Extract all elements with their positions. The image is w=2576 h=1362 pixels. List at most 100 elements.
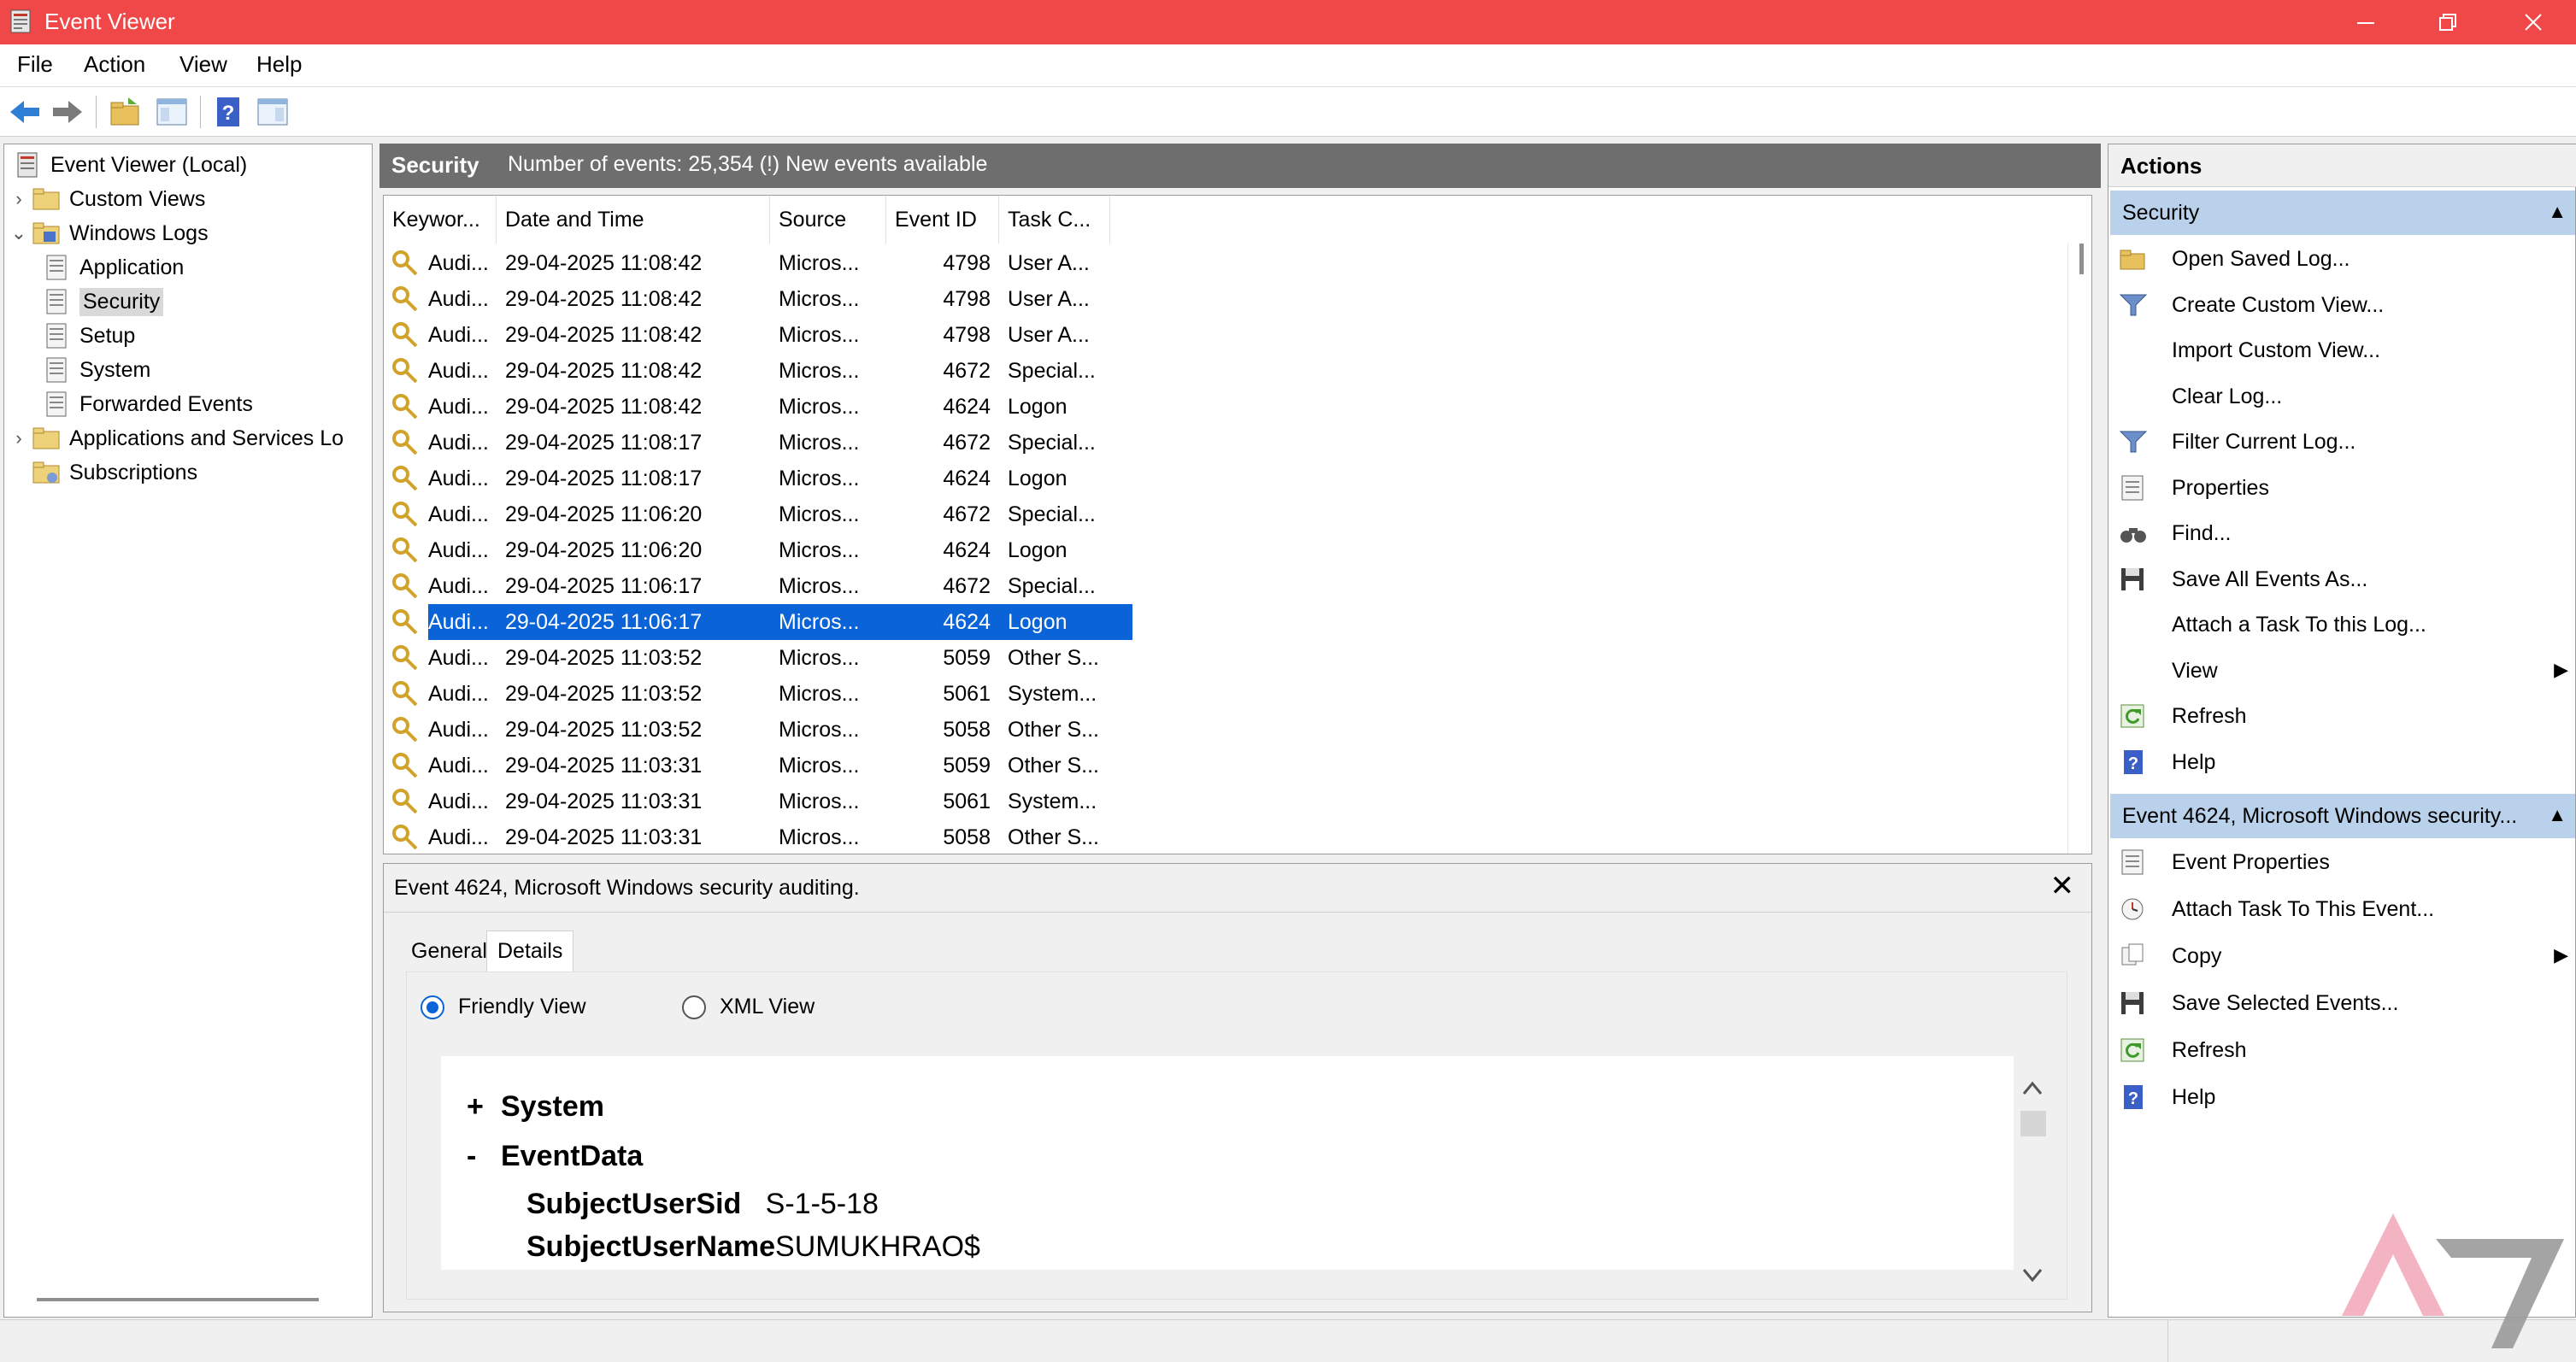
action-import-custom-view[interactable]: Import Custom View... [2108,328,2576,373]
action-attach-task-to-this-event[interactable]: Attach Task To This Event... [2108,887,2576,931]
menu-view[interactable]: View [179,51,227,78]
cell-task-category: Logon [1008,610,1067,634]
log-icon [46,323,67,349]
tree-item-custom-views[interactable]: › Custom Views [6,182,205,216]
tree-item-windows-logs[interactable]: ⌄ Windows Logs [6,216,209,250]
table-row[interactable]: Audi... 29-04-2025 11:08:17 Micros... 4672 S… [384,425,1132,461]
menu-file[interactable]: File [17,51,53,78]
forward-arrow-icon[interactable] [50,94,85,130]
table-row[interactable]: Audi... 29-04-2025 11:03:31 Micros... 5058 O… [384,819,1132,854]
action-copy[interactable]: Copy ▶ [2108,934,2576,978]
tree-item-system[interactable]: System [42,353,150,387]
tab-details[interactable]: Details [486,931,574,972]
cell-date-time: 29-04-2025 11:03:52 [505,682,703,706]
xml-view-radio[interactable]: XML View [682,995,815,1019]
action-attach-a-task-to-this-log[interactable]: Attach a Task To this Log... [2108,602,2576,647]
cell-event-id: 4672 [943,502,991,526]
column-header-date-time[interactable]: Date and Time [497,196,770,244]
open-folder-icon [2120,250,2145,270]
table-row[interactable]: Audi... 29-04-2025 11:08:42 Micros... 4672 S… [384,353,1132,389]
open-folder-icon[interactable] [108,94,144,130]
action-filter-current-log[interactable]: Filter Current Log... [2108,420,2576,464]
cell-task-category: Special... [1008,359,1096,383]
cell-date-time: 29-04-2025 11:08:42 [505,323,703,347]
close-button[interactable] [2496,0,2571,44]
minimize-button[interactable] [2328,0,2403,44]
action-event-properties[interactable]: Event Properties [2108,840,2576,884]
action-save-selected-events[interactable]: Save Selected Events... [2108,981,2576,1025]
vertical-scrollbar[interactable] [2079,244,2084,274]
menu-help[interactable]: Help [256,51,302,78]
column-header-event-id[interactable]: Event ID [886,196,999,244]
show-hide-action-pane-icon[interactable] [255,94,291,130]
restore-button[interactable] [2410,0,2485,44]
action-help[interactable]: ? Help [2108,740,2576,784]
actions-pane: Actions Security ▲ Open Saved Log... Crea… [2108,144,2576,1318]
tree-item-applications-and-services[interactable]: › Applications and Services Lo [6,421,344,455]
action-refresh[interactable]: Refresh [2108,1028,2576,1072]
tree-item-setup[interactable]: Setup [42,319,135,353]
table-row[interactable]: Audi... 29-04-2025 11:08:17 Micros... 4624 L… [384,461,1132,496]
action-save-all-events-as[interactable]: Save All Events As... [2108,557,2576,602]
chevron-down-icon[interactable]: ⌄ [6,222,32,244]
cell-keywords: Audi... [428,395,489,419]
minimize-icon [2357,22,2374,24]
action-create-custom-view[interactable]: Create Custom View... [2108,283,2576,327]
table-row[interactable]: Audi... 29-04-2025 11:06:20 Micros... 4672 S… [384,496,1132,532]
tree-item-application[interactable]: Application [42,250,184,285]
table-row[interactable]: Audi... 29-04-2025 11:03:31 Micros... 5059 O… [384,748,1132,784]
friendly-view-radio[interactable]: Friendly View [421,995,586,1019]
tree-item-subscriptions[interactable]: Subscriptions [6,455,197,490]
log-icon [46,391,67,417]
friendly-view-content: + System - EventData SubjectUserSid S-1-5-… [441,1056,2014,1270]
table-row[interactable]: Audi... 29-04-2025 11:08:42 Micros... 4624 L… [384,389,1132,425]
scroll-up-icon[interactable] [2017,1075,2048,1101]
table-row[interactable]: Audi... 29-04-2025 11:03:52 Micros... 5058 O… [384,712,1132,748]
help-icon[interactable]: ? [210,94,246,130]
actions-section-security[interactable]: Security ▲ [2110,191,2575,235]
close-icon[interactable]: ✕ [2050,869,2075,903]
tree-item-event-viewer-local[interactable]: Event Viewer (Local) [6,148,247,182]
audit-key-icon [392,717,418,743]
section-eventdata[interactable]: - EventData [467,1140,643,1173]
action-refresh[interactable]: Refresh [2108,694,2576,738]
show-hide-tree-icon[interactable] [154,94,190,130]
cell-source: Micros... [779,646,860,670]
action-find[interactable]: Find... [2108,511,2576,555]
tree-item-security[interactable]: Security [42,285,164,319]
table-row[interactable]: Audi... 29-04-2025 11:08:42 Micros... 4798 U… [384,245,1132,281]
cell-date-time: 29-04-2025 11:08:17 [505,431,703,455]
tab-general[interactable]: General [401,931,497,972]
table-row[interactable]: Audi... 29-04-2025 11:06:17 Micros... 4672 S… [384,568,1132,604]
table-row[interactable]: Audi... 29-04-2025 11:03:52 Micros... 5059 O… [384,640,1132,676]
actions-section-event[interactable]: Event 4624, Microsoft Windows security..… [2110,794,2575,838]
chevron-right-icon[interactable]: › [6,427,32,449]
table-row[interactable]: Audi... 29-04-2025 11:06:20 Micros... 4624 L… [384,532,1132,568]
table-row[interactable]: Audi... 29-04-2025 11:06:17 Micros... 4624 L… [384,604,1132,640]
action-help[interactable]: ? Help [2108,1075,2576,1119]
collapse-icon[interactable]: ▲ [2548,201,2567,223]
collapse-icon[interactable]: ▲ [2548,804,2567,826]
scroll-thumb[interactable] [2020,1111,2046,1136]
chevron-right-icon[interactable]: › [6,188,32,210]
table-row[interactable]: Audi... 29-04-2025 11:03:52 Micros... 5061 S… [384,676,1132,712]
column-header-task-category[interactable]: Task C... [999,196,1110,244]
scroll-down-icon[interactable] [2017,1263,2048,1289]
table-row[interactable]: Audi... 29-04-2025 11:03:31 Micros... 5061 S… [384,784,1132,819]
column-header-keywords[interactable]: Keywor... [384,196,497,244]
table-row[interactable]: Audi... 29-04-2025 11:08:42 Micros... 4798 U… [384,317,1132,353]
horizontal-scrollbar[interactable] [37,1298,319,1301]
tree-item-forwarded-events[interactable]: Forwarded Events [42,387,253,421]
section-system[interactable]: + System [467,1090,604,1124]
binoculars-icon [2120,528,2146,543]
table-row[interactable]: Audi... 29-04-2025 11:08:42 Micros... 4798 U… [384,281,1132,317]
log-info: Number of events: 25,354 (!) New events … [508,152,988,176]
action-view[interactable]: View ▶ [2108,649,2576,693]
filter-icon [2119,294,2148,315]
column-header-source[interactable]: Source [770,196,886,244]
action-clear-log[interactable]: Clear Log... [2108,374,2576,419]
action-open-saved-log[interactable]: Open Saved Log... [2108,237,2576,281]
back-arrow-icon[interactable] [7,94,43,130]
menu-action[interactable]: Action [84,51,145,78]
action-properties[interactable]: Properties [2108,466,2576,510]
